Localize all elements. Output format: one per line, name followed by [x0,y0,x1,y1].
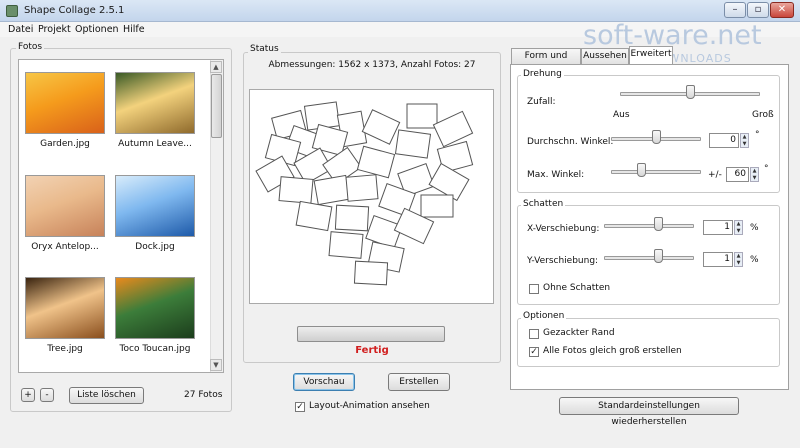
avg-angle-label: Durchschn. Winkel: [527,137,614,147]
max-angle-prefix: +/- [708,170,722,180]
collage-card [278,176,314,204]
photo-label: Garden.jpg [40,139,90,149]
zufall-label: Zufall: [527,97,556,107]
no-shadow-checkbox[interactable] [529,284,539,294]
y-offset-spinner[interactable]: ▲ ▼ [734,252,743,267]
menu-optionen[interactable]: Optionen [75,24,119,35]
scroll-thumb[interactable] [211,74,222,138]
photo-label: Autumn Leave... [118,139,192,149]
photo-label: Tree.jpg [47,344,83,354]
photo-label: Dock.jpg [135,242,175,252]
window-title: Shape Collage 2.5.1 [24,5,125,16]
collage-card [394,129,432,159]
layout-animation-label: Layout-Animation ansehen [309,401,430,411]
zufall-min-label: Aus [613,110,630,120]
x-offset-input[interactable]: 1 [703,220,733,235]
collage-card [365,214,403,250]
photo-thumbnail[interactable] [115,72,195,134]
collage-cards [255,101,474,286]
clear-list-button[interactable]: Liste löschen [69,387,144,404]
layout-animation-checkbox[interactable]: ✓ [295,402,305,412]
collage-card [295,200,333,232]
avg-angle-spinner[interactable]: ▲ ▼ [740,133,749,148]
collage-preview [249,89,494,304]
avg-angle-input[interactable]: 0 [709,133,739,148]
reset-defaults-button[interactable]: Standardeinstellungen wiederherstellen [559,397,739,427]
max-angle-unit: ° [764,164,769,174]
max-angle-input[interactable]: 60 [726,167,749,182]
collage-card [361,109,401,145]
app-icon [6,5,18,17]
y-offset-input[interactable]: 1 [703,252,733,267]
status-group-title: Status [248,44,281,54]
status-text: Fertig [355,345,389,356]
schatten-group-title: Schatten [521,199,566,209]
menu-datei[interactable]: Datei [8,24,33,35]
x-offset-label: X-Verschiebung: [527,224,600,234]
collage-card [356,145,396,179]
drehung-group-title: Drehung [521,69,564,79]
collage-card [328,231,364,259]
create-button[interactable]: Erstellen [388,373,450,391]
menu-projekt[interactable]: Projekt [38,24,71,35]
y-offset-unit: % [750,255,759,265]
jagged-edge-checkbox[interactable] [529,329,539,339]
preview-button[interactable]: Vorschau [293,373,355,391]
y-offset-slider-knob[interactable] [654,249,663,263]
collage-card [313,174,351,206]
y-offset-label: Y-Verschiebung: [527,256,599,266]
remove-photo-button[interactable]: - [40,388,54,402]
collage-card [406,103,438,129]
photo-thumbnail[interactable] [115,277,195,339]
photo-thumbnail[interactable] [25,72,105,134]
menu-hilfe[interactable]: Hilfe [123,24,145,35]
jagged-edge-label: Gezackter Rand [543,328,615,338]
x-offset-spinner[interactable]: ▲ ▼ [734,220,743,235]
no-shadow-label: Ohne Schatten [543,283,611,293]
avg-angle-slider-knob[interactable] [652,130,661,144]
photo-thumbnail[interactable] [115,175,195,237]
dimensions-text: Abmessungen: 1562 x 1373, Anzahl Fotos: … [268,60,476,70]
tab-form-und-groesse[interactable]: Form und Größe [511,48,581,76]
x-offset-unit: % [750,223,759,233]
scroll-up-icon[interactable]: ▲ [210,61,222,73]
collage-card [353,260,389,286]
scroll-down-icon[interactable]: ▼ [210,359,222,371]
avg-angle-unit: ° [755,130,760,140]
x-offset-slider-track[interactable] [604,224,694,228]
same-size-label: Alle Fotos gleich groß erstellen [543,346,682,356]
collage-card [420,194,454,218]
collage-card [345,174,379,202]
progress-bar [297,326,445,342]
tab-aussehen[interactable]: Aussehen [581,48,629,64]
max-angle-spinner[interactable]: ▲ ▼ [750,167,759,182]
y-offset-slider-track[interactable] [604,256,694,260]
max-angle-slider-knob[interactable] [636,163,646,177]
fotos-group-title: Fotos [16,42,45,52]
close-button[interactable]: ✕ [770,2,794,18]
optionen-group-title: Optionen [521,311,567,321]
collage-card [334,204,370,232]
maximize-button[interactable]: ▫ [747,2,769,18]
tab-erweitert[interactable]: Erweitert [629,46,673,64]
zufall-slider-knob[interactable] [686,85,695,99]
x-offset-slider-knob[interactable] [654,217,663,231]
photo-label: Toco Toucan.jpg [119,344,191,354]
photo-thumbnail[interactable] [25,175,105,237]
same-size-checkbox[interactable]: ✓ [529,347,539,357]
max-angle-label: Max. Winkel: [527,170,585,180]
optionen-group [517,318,780,367]
photo-count: 27 Fotos [184,390,223,400]
zufall-max-label: Groß [752,110,774,120]
max-angle-slider-track[interactable] [611,170,701,174]
minimize-button[interactable]: – [724,2,746,18]
photo-label: Oryx Antelop... [31,242,99,252]
add-photo-button[interactable]: + [21,388,35,402]
photo-thumbnail[interactable] [25,277,105,339]
